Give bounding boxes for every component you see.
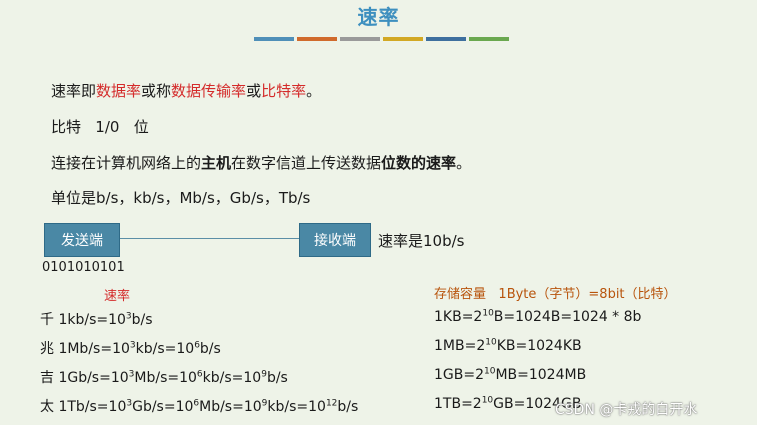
title-bar-1	[297, 37, 337, 41]
receiver-box: 接收端	[299, 223, 371, 257]
slide-title: 速率	[357, 5, 400, 29]
watermark: CSDN @卡戎的白开水	[555, 402, 698, 418]
storage-header: 存储容量 1Byte（字节）=8bit（比特）	[434, 287, 677, 302]
title-bar-2	[340, 37, 380, 41]
storage-row: 1KB=210B=1024B=1024 * 8b	[434, 308, 642, 325]
rate-row: 太 1Tb/s=103Gb/s=106Mb/s=109kb/s=1012b/s	[40, 398, 359, 415]
rate-header: 速率	[104, 289, 131, 304]
link-line	[120, 238, 299, 239]
intro-line-3: 连接在计算机网络上的主机在数字信道上传送数据位数的速率。	[51, 154, 472, 172]
sender-box: 发送端	[44, 223, 120, 257]
storage-row: 1MB=210KB=1024KB	[434, 337, 582, 354]
title-bar-5	[469, 37, 509, 41]
bit-sequence: 0101010101	[42, 260, 125, 275]
storage-row: 1GB=210MB=1024MB	[434, 366, 587, 383]
rate-label: 速率是10b/s	[378, 232, 465, 250]
intro-line-4: 单位是b/s，kb/s，Mb/s，Gb/s，Tb/s	[51, 189, 311, 207]
rate-row: 兆 1Mb/s=103kb/s=106b/s	[40, 340, 221, 357]
title-bar-3	[383, 37, 423, 41]
title-underline-bars	[254, 37, 509, 41]
title-bar-0	[254, 37, 294, 41]
title-bar-4	[426, 37, 466, 41]
intro-line-1: 速率即数据率或称数据传输率或比特率。	[51, 82, 322, 100]
rate-row: 吉 1Gb/s=103Mb/s=106kb/s=109b/s	[40, 369, 288, 386]
intro-line-2: 比特 1/0 位	[51, 118, 149, 136]
rate-row: 千 1kb/s=103b/s	[40, 311, 153, 328]
